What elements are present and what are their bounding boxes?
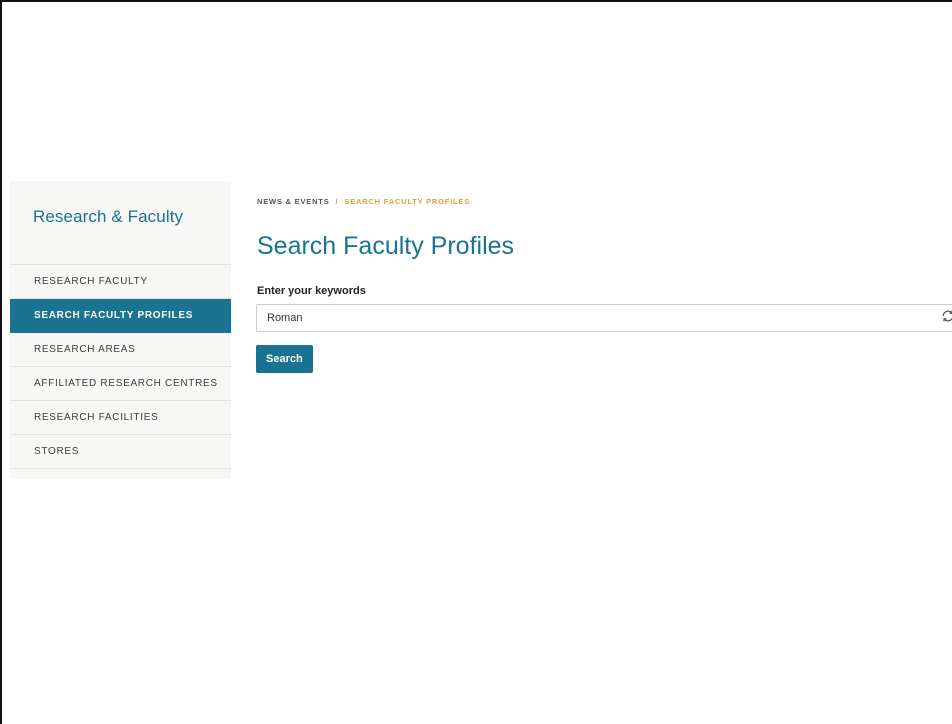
- page-title: Search Faculty Profiles: [257, 232, 515, 260]
- sidebar-item-research-facilities[interactable]: RESEARCH FACILITIES: [10, 401, 231, 435]
- breadcrumb: NEWS & EVENTS / SEARCH FACULTY PROFILES: [257, 195, 952, 209]
- sidebar-nav: RESEARCH FACULTY SEARCH FACULTY PROFILES…: [10, 264, 231, 469]
- refresh-icon[interactable]: [939, 309, 952, 327]
- page-frame: Research & Faculty RESEARCH FACULTY SEAR…: [0, 0, 952, 724]
- sidebar-item-search-faculty-profiles[interactable]: SEARCH FACULTY PROFILES: [10, 299, 231, 333]
- sidebar-item-research-areas[interactable]: RESEARCH AREAS: [10, 333, 231, 367]
- refresh-icon-glyph: [942, 310, 952, 322]
- sidebar-item-research-faculty[interactable]: RESEARCH FACULTY: [10, 265, 231, 299]
- sidebar: Research & Faculty RESEARCH FACULTY SEAR…: [10, 181, 231, 479]
- keywords-input[interactable]: [256, 304, 952, 332]
- keywords-label: Enter your keywords: [257, 285, 366, 297]
- breadcrumb-separator: /: [335, 197, 339, 206]
- search-button[interactable]: Search: [256, 345, 313, 373]
- sidebar-item-stores[interactable]: STORES: [10, 435, 231, 469]
- sidebar-title: Research & Faculty: [33, 207, 184, 226]
- breadcrumb-news-events[interactable]: NEWS & EVENTS: [257, 197, 330, 206]
- sidebar-item-affiliated-research-centres[interactable]: AFFILIATED RESEARCH CENTRES: [10, 367, 231, 401]
- main-content: NEWS & EVENTS / SEARCH FACULTY PROFILES Se…: [256, 195, 952, 373]
- breadcrumb-current: SEARCH FACULTY PROFILES: [344, 197, 471, 206]
